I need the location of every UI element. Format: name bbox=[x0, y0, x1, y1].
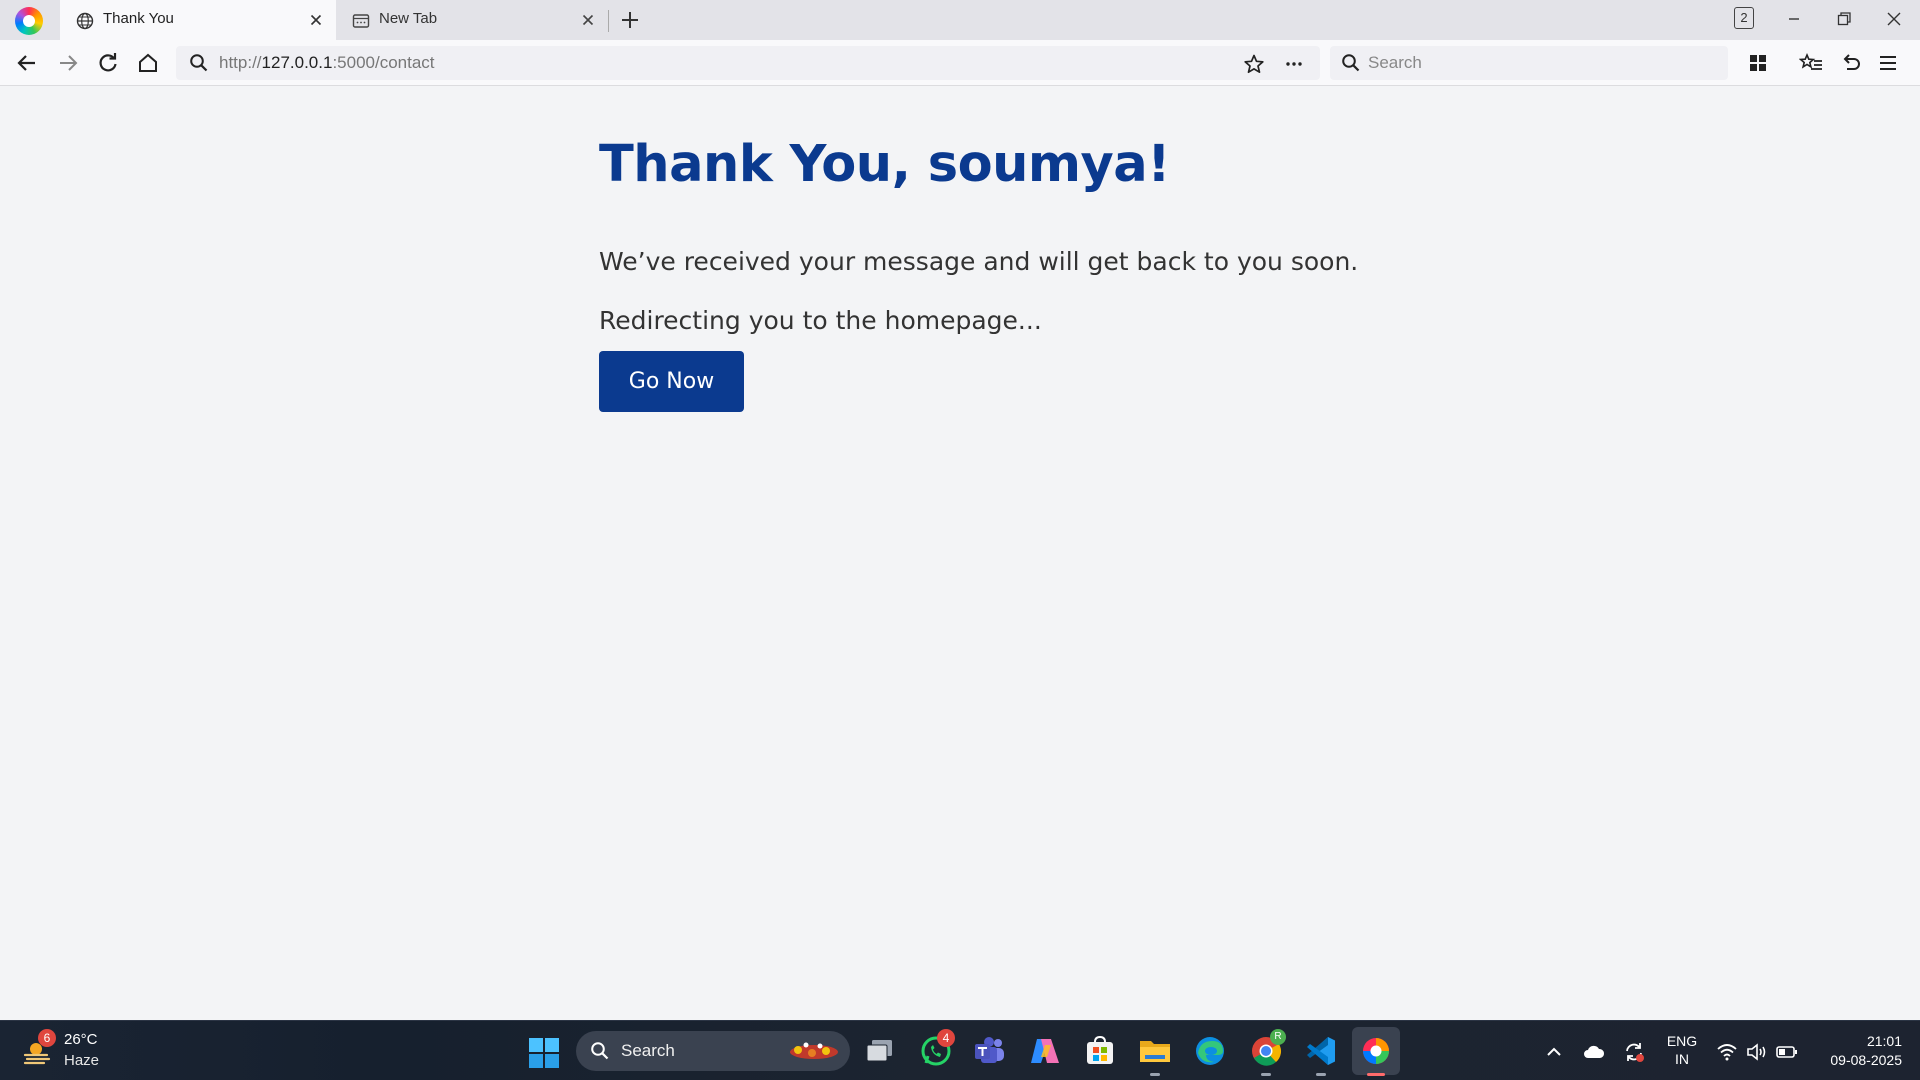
minimize-icon[interactable] bbox=[1781, 6, 1807, 32]
tab-strip: Thank You New Tab 2 bbox=[0, 0, 1920, 40]
close-tab-icon[interactable] bbox=[580, 12, 596, 28]
undo-icon[interactable] bbox=[1838, 50, 1864, 76]
windows-start-icon[interactable] bbox=[528, 1037, 560, 1069]
sync-icon[interactable] bbox=[1622, 1040, 1646, 1064]
favorites-list-icon[interactable] bbox=[1799, 50, 1825, 76]
onedrive-cloud-icon[interactable] bbox=[1582, 1040, 1606, 1064]
task-view-icon bbox=[866, 1040, 892, 1062]
microsoft-store-icon bbox=[1087, 1035, 1113, 1064]
search-highlight-icon bbox=[790, 1042, 838, 1059]
close-tab-icon[interactable] bbox=[308, 12, 324, 28]
tab-count-badge[interactable]: 2 bbox=[1734, 7, 1754, 29]
new-tab-page-icon bbox=[352, 14, 370, 28]
active-indicator bbox=[1367, 1073, 1385, 1076]
new-tab-plus-icon[interactable] bbox=[618, 8, 642, 32]
clock[interactable]: 21:01 09-08-2025 bbox=[1810, 1032, 1902, 1070]
search-bar[interactable] bbox=[1330, 46, 1728, 80]
file-explorer-button[interactable] bbox=[1137, 1033, 1173, 1076]
search-icon bbox=[591, 1042, 609, 1060]
taskbar-search[interactable]: Search bbox=[576, 1031, 850, 1071]
tab-title: New Tab bbox=[379, 10, 438, 27]
chrome-profile-badge-icon: R bbox=[1270, 1029, 1286, 1045]
globe-icon bbox=[76, 12, 94, 30]
clock-time: 21:01 bbox=[1866, 1033, 1902, 1049]
search-icon bbox=[1342, 54, 1360, 72]
running-indicator bbox=[1316, 1073, 1326, 1076]
teams-icon bbox=[975, 1037, 1004, 1063]
weather-temperature: 26°C bbox=[64, 1031, 98, 1048]
volume-icon[interactable] bbox=[1745, 1040, 1769, 1064]
restore-icon[interactable] bbox=[1831, 6, 1857, 32]
navigation-bar: http://127.0.0.1:5000/contact bbox=[0, 40, 1920, 86]
address-bar[interactable]: http://127.0.0.1:5000/contact bbox=[176, 46, 1320, 80]
edge-icon bbox=[1196, 1037, 1224, 1065]
file-explorer-icon bbox=[1140, 1041, 1170, 1062]
weather-badge: 6 bbox=[38, 1029, 56, 1047]
forward-arrow-icon[interactable] bbox=[55, 50, 81, 76]
whatsapp-badge: 4 bbox=[937, 1029, 955, 1047]
tab-new-tab[interactable]: New Tab bbox=[336, 0, 608, 40]
copilot-icon bbox=[1031, 1039, 1059, 1063]
confirmation-message: We’ve received your message and will get… bbox=[599, 247, 1359, 276]
wifi-icon[interactable] bbox=[1715, 1040, 1739, 1064]
page-title: Thank You, soumya! bbox=[599, 135, 1170, 194]
microsoft-store-button[interactable] bbox=[1082, 1033, 1118, 1069]
browser-button[interactable] bbox=[1358, 1033, 1394, 1076]
more-options-icon[interactable] bbox=[1283, 53, 1305, 75]
home-icon[interactable] bbox=[135, 50, 161, 76]
running-indicator bbox=[1261, 1073, 1271, 1076]
battery-icon[interactable] bbox=[1775, 1040, 1799, 1064]
tab-separator bbox=[608, 10, 609, 32]
language-indicator[interactable]: ENG IN bbox=[1665, 1032, 1699, 1068]
chevron-up-icon[interactable] bbox=[1542, 1040, 1566, 1064]
browser-logo-icon[interactable] bbox=[15, 7, 43, 35]
chrome-button[interactable]: R bbox=[1248, 1029, 1286, 1076]
taskbar-search-label: Search bbox=[621, 1041, 675, 1060]
whatsapp-button[interactable]: 4 bbox=[918, 1029, 955, 1069]
vscode-icon bbox=[1307, 1037, 1335, 1065]
close-window-icon[interactable] bbox=[1881, 6, 1907, 32]
teams-button[interactable] bbox=[972, 1033, 1008, 1069]
menu-hamburger-icon[interactable] bbox=[1875, 50, 1901, 76]
tab-thank-you[interactable]: Thank You bbox=[60, 0, 336, 40]
go-now-button[interactable]: Go Now bbox=[599, 351, 744, 412]
search-icon bbox=[190, 54, 208, 72]
edge-button[interactable] bbox=[1192, 1033, 1228, 1069]
tab-title: Thank You bbox=[103, 10, 174, 27]
url-text: http://127.0.0.1:5000/contact bbox=[219, 53, 435, 72]
redirect-message: Redirecting you to the homepage... bbox=[599, 306, 1042, 335]
weather-condition: Haze bbox=[64, 1052, 100, 1069]
running-indicator bbox=[1150, 1073, 1160, 1076]
copilot-button[interactable] bbox=[1027, 1033, 1063, 1069]
extensions-grid-icon[interactable] bbox=[1745, 50, 1771, 76]
reload-icon[interactable] bbox=[95, 50, 121, 76]
page-content: Thank You, soumya! We’ve received your m… bbox=[0, 87, 1920, 1020]
vscode-button[interactable] bbox=[1303, 1033, 1339, 1076]
search-input[interactable] bbox=[1368, 50, 1708, 76]
clock-date: 09-08-2025 bbox=[1830, 1052, 1902, 1068]
bookmark-star-icon[interactable] bbox=[1243, 53, 1265, 75]
browser-icon bbox=[1363, 1038, 1389, 1064]
back-arrow-icon[interactable] bbox=[14, 50, 40, 76]
task-view-button[interactable] bbox=[862, 1033, 898, 1069]
taskbar: 6 26°C Haze Search 4 R ENG IN 21:01 09-0… bbox=[0, 1020, 1920, 1080]
